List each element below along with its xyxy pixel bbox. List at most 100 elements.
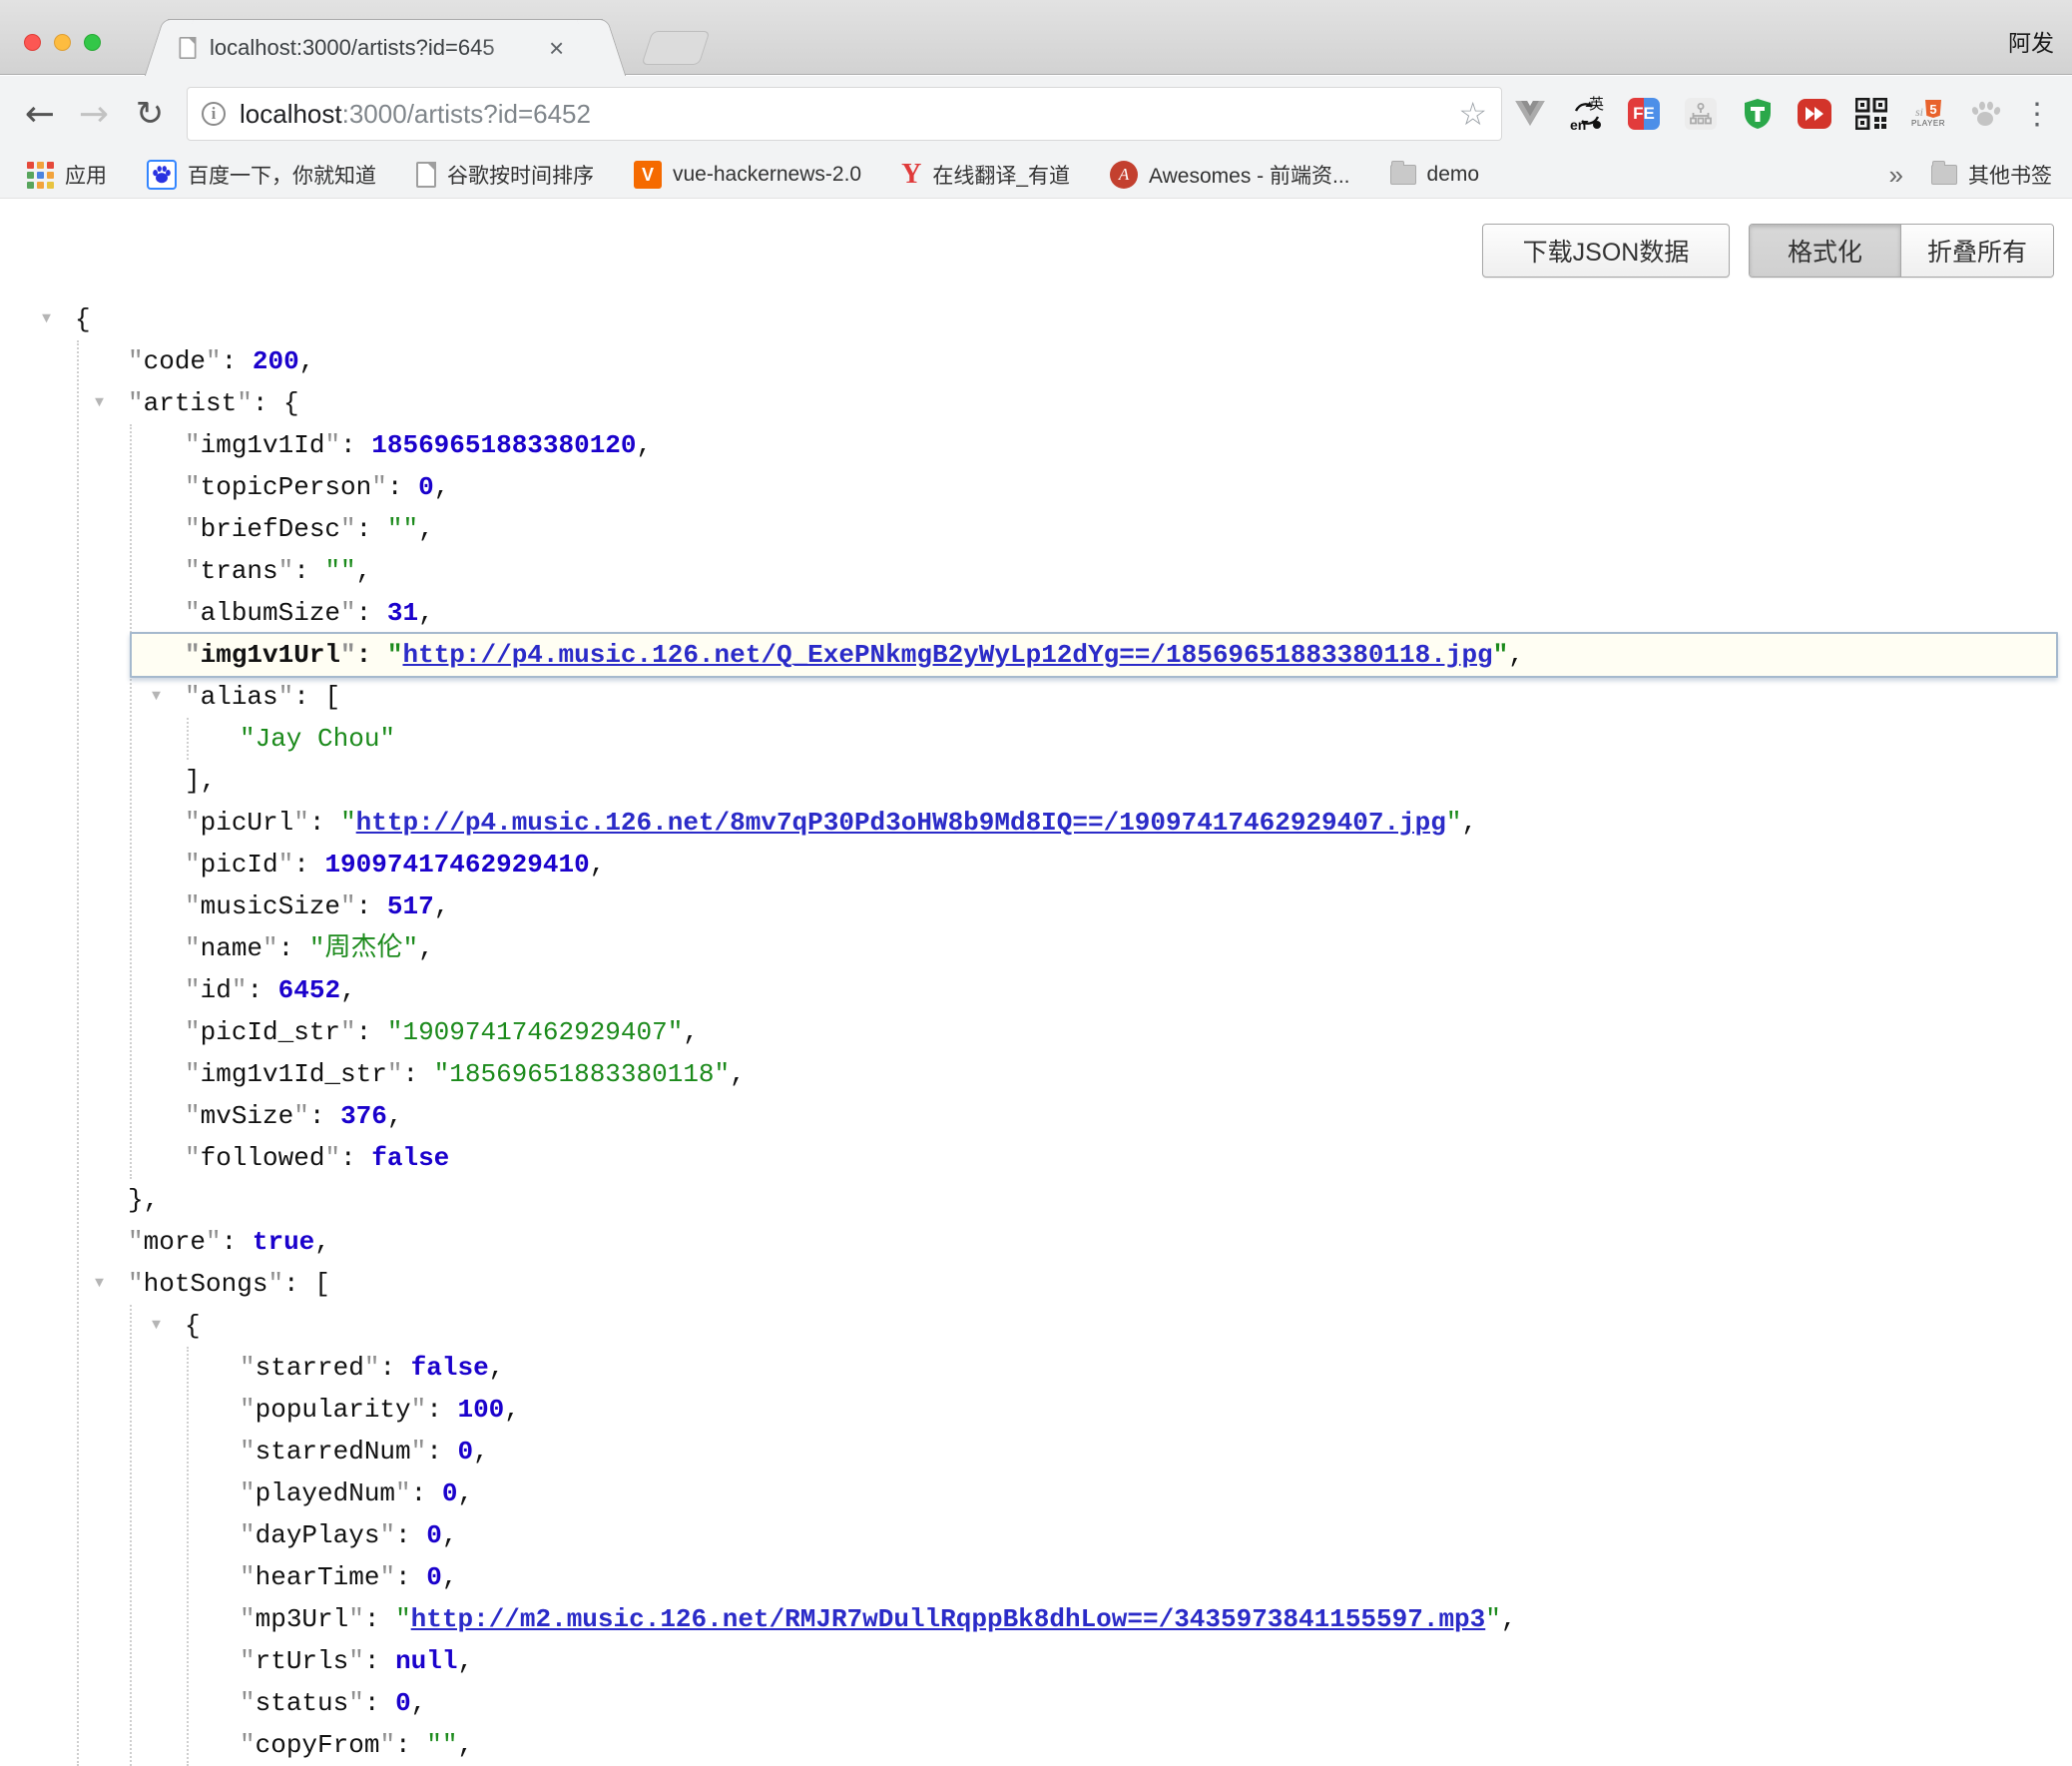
json-token: copyFrom xyxy=(256,1730,380,1760)
json-token: : xyxy=(356,598,387,628)
collapse-triangle-icon[interactable]: ▼ xyxy=(152,1305,161,1347)
minimize-window-icon[interactable] xyxy=(54,34,71,51)
bookmark-star-icon[interactable]: ☆ xyxy=(1458,95,1487,133)
bookmark-item[interactable]: 百度一下，你就知道 xyxy=(147,160,376,190)
json-token: , xyxy=(418,933,434,963)
json-token: " xyxy=(340,514,356,544)
browser-user-label[interactable]: 阿发 xyxy=(2008,24,2054,58)
new-tab-button[interactable] xyxy=(641,31,710,65)
json-token: " xyxy=(395,1478,411,1508)
qrcode-icon[interactable] xyxy=(1854,97,1888,131)
bookmark-item[interactable]: Y在线翻译_有道 xyxy=(901,159,1070,191)
fast-forward-icon[interactable] xyxy=(1798,97,1831,131)
json-token: albumSize xyxy=(201,598,340,628)
json-token: , xyxy=(730,1059,746,1089)
json-token: 376 xyxy=(340,1101,387,1131)
url-field[interactable]: i localhost:3000/artists?id=6452 ☆ xyxy=(187,87,1502,141)
json-token: : xyxy=(411,1478,442,1508)
bookmarks-overflow-chevron[interactable]: » xyxy=(1889,160,1903,191)
tab-title: localhost:3000/artists?id=645 xyxy=(210,35,539,61)
bookmark-item[interactable]: 谷歌按时间排序 xyxy=(416,160,594,190)
bookmark-label: Awesomes - 前端资... xyxy=(1149,160,1350,190)
json-token: "Jay Chou" xyxy=(240,724,395,754)
tampermonkey-icon[interactable] xyxy=(1741,97,1775,131)
json-token: : xyxy=(356,640,387,670)
json-token: , xyxy=(340,975,356,1005)
json-token: " xyxy=(364,1353,380,1383)
tab-close-icon[interactable]: × xyxy=(549,35,564,61)
close-window-icon[interactable] xyxy=(24,34,41,51)
translate-icon[interactable]: 英 en xyxy=(1570,97,1604,131)
json-token: " xyxy=(324,430,340,460)
json-row: ▼{ xyxy=(0,298,2072,340)
json-token: false xyxy=(371,1143,449,1173)
forward-button[interactable]: → xyxy=(72,76,116,152)
json-row: "topicPerson": 0, xyxy=(0,466,2072,508)
json-token: " xyxy=(185,933,201,963)
json-token: " xyxy=(185,682,201,712)
json-url-link[interactable]: http://p4.music.126.net/8mv7qP30Pd3oHW8b… xyxy=(356,808,1446,838)
json-token: " xyxy=(340,598,356,628)
json-token: : xyxy=(340,1143,371,1173)
json-token: , xyxy=(504,1395,520,1425)
json-token: ], xyxy=(185,766,216,796)
fe-icon[interactable]: FE xyxy=(1627,97,1661,131)
json-token: , xyxy=(442,1520,458,1550)
json-token: " xyxy=(185,430,201,460)
json-token: : xyxy=(222,346,253,376)
json-token: popularity xyxy=(256,1395,411,1425)
baidu-paw-icon xyxy=(147,160,177,190)
json-token: " xyxy=(128,346,144,376)
bookmark-item[interactable]: Vvue-hackernews-2.0 xyxy=(634,161,861,189)
json-token: , xyxy=(314,1227,330,1257)
json-token: " xyxy=(240,1562,256,1592)
collapse-triangle-icon[interactable]: ▼ xyxy=(42,298,51,340)
page-info-icon[interactable]: i xyxy=(202,102,226,126)
json-token: "" xyxy=(426,1730,457,1760)
json-token: " xyxy=(240,1437,256,1467)
json-token: " xyxy=(185,850,201,880)
json-token: " xyxy=(340,891,356,921)
back-button[interactable]: ← xyxy=(18,76,62,152)
json-token: " xyxy=(185,1101,201,1131)
json-token: starred xyxy=(256,1353,364,1383)
browser-menu-icon[interactable]: ⋮ xyxy=(2022,86,2052,142)
collapse-triangle-icon[interactable]: ▼ xyxy=(95,1263,104,1305)
json-token: : xyxy=(364,1604,395,1634)
collapse-triangle-icon[interactable]: ▼ xyxy=(152,676,161,718)
collapse-all-button[interactable]: 折叠所有 xyxy=(1901,225,2053,277)
json-token: 18569651883380120 xyxy=(371,430,636,460)
json-token: , xyxy=(418,598,434,628)
download-json-button[interactable]: 下载JSON数据 xyxy=(1482,224,1730,278)
paw-icon[interactable] xyxy=(1968,97,2002,131)
reload-button[interactable]: ↻ xyxy=(126,76,174,152)
bookmark-item[interactable]: 应用 xyxy=(27,160,107,190)
format-button[interactable]: 格式化 xyxy=(1750,225,1901,277)
json-row: ▼"hotSongs": [ xyxy=(0,1263,2072,1305)
json-token: " xyxy=(232,975,248,1005)
json-token: playedNum xyxy=(256,1478,395,1508)
json-token: " xyxy=(379,1520,395,1550)
html5-player-icon[interactable]: si 5 PLAYER xyxy=(1911,97,1945,131)
json-token: false xyxy=(411,1353,489,1383)
vue-devtools-icon[interactable] xyxy=(1513,97,1547,131)
other-bookmarks-folder[interactable]: 其他书签 xyxy=(1931,160,2052,190)
json-token: " xyxy=(278,682,294,712)
bookmark-item[interactable]: AAwesomes - 前端资... xyxy=(1110,160,1350,190)
json-token: " xyxy=(387,640,403,670)
browser-tab[interactable]: localhost:3000/artists?id=645 × xyxy=(168,19,603,76)
json-token: " xyxy=(411,1395,427,1425)
sitemap-icon[interactable] xyxy=(1684,97,1718,131)
apps-grid-icon xyxy=(27,162,54,189)
bookmark-item[interactable]: demo xyxy=(1390,163,1480,187)
bookmark-label: 其他书签 xyxy=(1968,160,2052,190)
json-token: " xyxy=(185,598,201,628)
json-url-link[interactable]: http://m2.music.126.net/RMJR7wDullRqppBk… xyxy=(411,1604,1486,1634)
json-token: "" xyxy=(387,514,418,544)
json-token: 517 xyxy=(387,891,434,921)
json-token: " xyxy=(1485,1604,1501,1634)
collapse-triangle-icon[interactable]: ▼ xyxy=(95,382,104,424)
zoom-window-icon[interactable] xyxy=(84,34,101,51)
json-url-link[interactable]: http://p4.music.126.net/Q_ExePNkmgB2yWyL… xyxy=(402,640,1492,670)
json-token: : xyxy=(426,1437,457,1467)
